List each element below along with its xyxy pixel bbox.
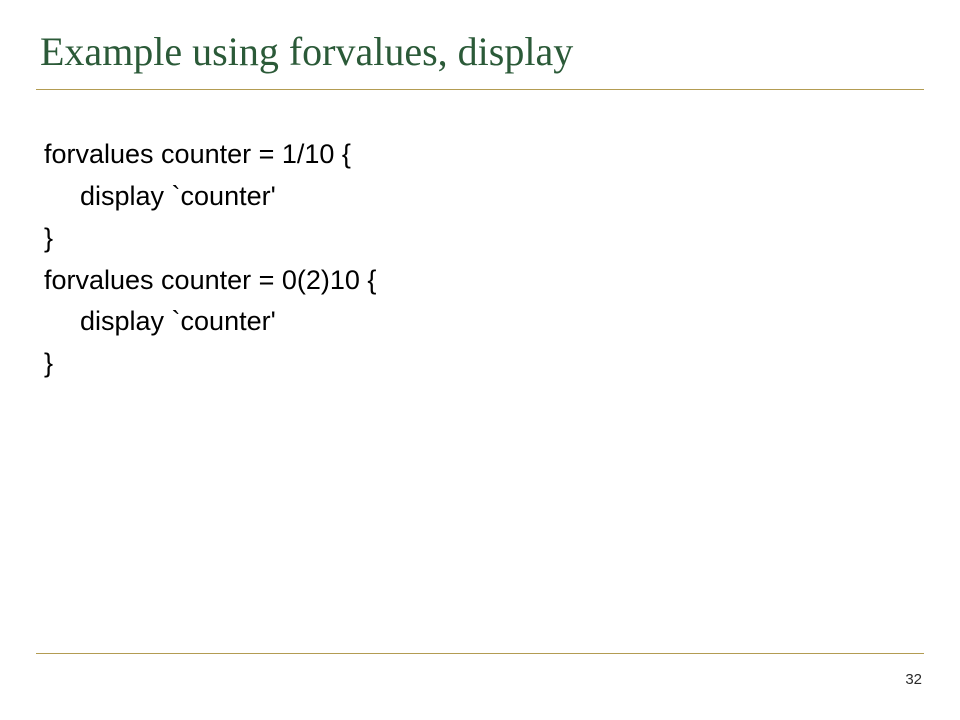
slide-title: Example using forvalues, display xyxy=(40,28,924,75)
code-line: } xyxy=(44,218,924,260)
code-line: forvalues counter = 1/10 { xyxy=(44,134,924,176)
code-line: display `counter' xyxy=(44,176,924,218)
page-number: 32 xyxy=(905,671,922,688)
code-line: } xyxy=(44,343,924,385)
footer-divider xyxy=(36,653,924,654)
code-block: forvalues counter = 1/10 { display `coun… xyxy=(44,134,924,385)
code-line: forvalues counter = 0(2)10 { xyxy=(44,260,924,302)
code-line: display `counter' xyxy=(44,301,924,343)
slide: Example using forvalues, display forvalu… xyxy=(0,0,960,720)
title-divider xyxy=(36,89,924,90)
